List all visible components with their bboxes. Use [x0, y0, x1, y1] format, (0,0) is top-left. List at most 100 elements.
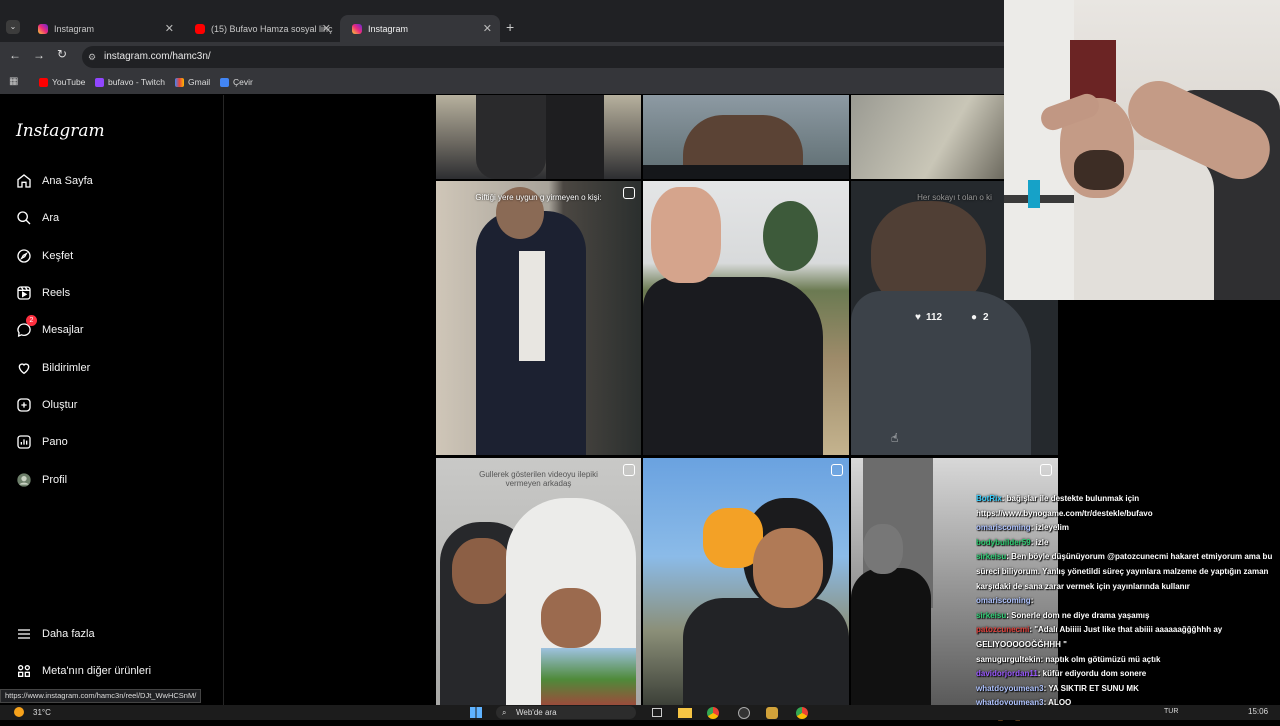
nav-home[interactable]: Ana Sayfa: [16, 169, 93, 193]
bookmarks-bar: ▦ YouTube bufavo - Twitch Gmail Çevir: [0, 70, 1004, 94]
nav-label: Pano: [42, 436, 68, 448]
chat-message: bodybuilder59: izle: [976, 536, 1280, 551]
chat-message: davidorjordan11: küfür ediyordu dom sone…: [976, 667, 1280, 682]
nav-label: Mesajlar: [42, 324, 84, 336]
nav-label: Ara: [42, 212, 60, 224]
nav-dashboard[interactable]: Pano: [16, 430, 68, 454]
apps-grid-icon[interactable]: ▦: [9, 76, 18, 87]
likes-value: 112: [925, 312, 943, 323]
chrome-icon[interactable]: [707, 707, 719, 719]
bookmark-youtube[interactable]: YouTube: [39, 77, 85, 87]
post-figure: [683, 598, 849, 705]
post-figure: [643, 277, 823, 455]
close-tab-icon[interactable]: ✕: [483, 22, 492, 35]
browser-tab-bar: ⌄ Instagram ✕ (15) Bufavo Hamza sosyal l…: [0, 0, 1004, 42]
nav-notifications[interactable]: Bildirimler: [16, 356, 90, 380]
unread-badge: 2: [26, 315, 37, 326]
bookmark-translate[interactable]: Çevir: [220, 77, 253, 87]
nav-reels[interactable]: Reels: [16, 281, 70, 305]
avatar-icon: [17, 473, 31, 487]
reel-icon: [831, 464, 843, 476]
chat-message: patozcunecmi: "Adalı Abiiiii Just like t…: [976, 623, 1280, 652]
reel-icon: [623, 187, 635, 199]
close-tab-icon[interactable]: ✕: [322, 22, 331, 35]
nav-messages[interactable]: 2 Mesajlar: [16, 315, 84, 342]
tab-search-button[interactable]: ⌄: [6, 20, 20, 34]
heart-filled-icon: ♥: [915, 312, 921, 323]
nav-label: Reels: [42, 287, 71, 299]
site-info-icon[interactable]: ⚙: [88, 46, 96, 68]
obs-icon[interactable]: [738, 707, 750, 719]
link-status-url: https://www.instagram.com/hamc3n/reel/DJ…: [0, 689, 202, 703]
nav-meta-products[interactable]: Meta'nın diğer ürünleri: [16, 659, 151, 683]
likes-count: ♥ 112: [915, 312, 942, 323]
instagram-sidebar: Instagram Ana Sayfa Ara Keşfet Reels 2 M…: [0, 95, 224, 705]
grid-post-reel[interactable]: Giftiği yere uygun g yirmeyen o kişi:: [436, 181, 641, 455]
weather-icon[interactable]: [14, 707, 24, 717]
nav-explore[interactable]: Keşfet: [16, 244, 73, 268]
post-figure: [452, 538, 512, 604]
close-tab-icon[interactable]: ✕: [165, 22, 174, 35]
grid-post-reel[interactable]: Gullerek gösterilen videoyu ilepiki verm…: [436, 458, 641, 705]
heart-icon: [18, 363, 30, 375]
post-figure: [519, 251, 545, 361]
stream-chat: BotRix: bağışlar ile destekte bulunmak i…: [976, 492, 1280, 726]
tab-title: Instagram: [368, 23, 409, 34]
chrome-active-icon[interactable]: [796, 707, 808, 719]
nav-profile[interactable]: Profil: [16, 468, 67, 492]
chat-message: samugurgultekin: naptık olm götümüzü mü …: [976, 653, 1280, 668]
bookmark-label: bufavo - Twitch: [108, 77, 166, 87]
weather-temp[interactable]: 31°C: [33, 708, 51, 717]
tab-title: Instagram: [54, 23, 95, 34]
language-indicator[interactable]: TUR: [1164, 708, 1178, 715]
grid-post-reel[interactable]: [643, 458, 849, 705]
clock[interactable]: 15:06: [1248, 707, 1268, 716]
address-bar[interactable]: ⚙ instagram.com/hamc3n/: [82, 46, 1004, 68]
compass-icon: [17, 249, 31, 263]
new-tab-button[interactable]: +: [506, 19, 514, 35]
plus-square-icon: [17, 398, 31, 412]
forward-arrow-icon[interactable]: →: [33, 48, 45, 62]
reload-icon[interactable]: ↻: [57, 47, 67, 61]
grid-post[interactable]: [851, 95, 1004, 179]
nav-label: Meta'nın diğer ürünleri: [42, 665, 152, 677]
tab-youtube[interactable]: (15) Bufavo Hamza sosyal linç ✕: [183, 15, 339, 42]
chat-username: davidorjordan11: [976, 669, 1038, 679]
file-explorer-icon[interactable]: [678, 708, 692, 718]
task-view-icon[interactable]: [652, 708, 662, 717]
meta-apps-icon: [17, 665, 30, 677]
nav-label: Oluştur: [42, 399, 78, 411]
chat-message: whatdoyoumean3: YA SIKTIR ET SUNU MK: [976, 682, 1280, 697]
back-arrow-icon[interactable]: ←: [9, 48, 21, 62]
nav-label: Keşfet: [42, 250, 74, 262]
reel-icon: [623, 464, 635, 476]
webcam-cup: [1028, 180, 1040, 208]
bookmark-gmail[interactable]: Gmail: [175, 77, 210, 87]
post-figure: [763, 201, 818, 271]
nav-search[interactable]: Ara: [16, 206, 59, 230]
tab-title: (15) Bufavo Hamza sosyal linç: [211, 23, 333, 34]
chat-message: BotRix: bağışlar ile destekte bulunmak i…: [976, 492, 1280, 521]
chat-message: omariscoming:: [976, 594, 1280, 609]
instagram-logo[interactable]: Instagram: [16, 121, 105, 141]
chat-text: : naptık olm götümüzü mü açtık: [1040, 654, 1161, 664]
search-icon: [17, 211, 31, 225]
comments-value: 2: [983, 312, 989, 323]
tab-instagram-1[interactable]: Instagram ✕: [26, 15, 182, 42]
browser-toolbar: ← → ↻ ⚙ instagram.com/hamc3n/: [0, 42, 1004, 70]
grid-post[interactable]: [643, 181, 849, 455]
grid-post[interactable]: [436, 95, 641, 179]
post-figure: [851, 568, 931, 705]
comments-count: ● 2: [971, 312, 989, 323]
start-windows-icon[interactable]: [470, 707, 482, 718]
nav-more[interactable]: Daha fazla: [16, 622, 95, 646]
grid-post[interactable]: [643, 95, 849, 179]
instagram-favicon-icon: [352, 23, 362, 34]
nav-create[interactable]: Oluştur: [16, 393, 77, 417]
youtube-icon: [39, 77, 48, 87]
chat-message: omariscoming: izleyelim: [976, 521, 1280, 536]
app-icon[interactable]: [766, 707, 778, 719]
taskbar-search[interactable]: ⌕ Web'de ara: [496, 706, 636, 719]
tab-instagram-active[interactable]: Instagram ✕: [340, 15, 500, 42]
bookmark-twitch[interactable]: bufavo - Twitch: [95, 77, 165, 87]
